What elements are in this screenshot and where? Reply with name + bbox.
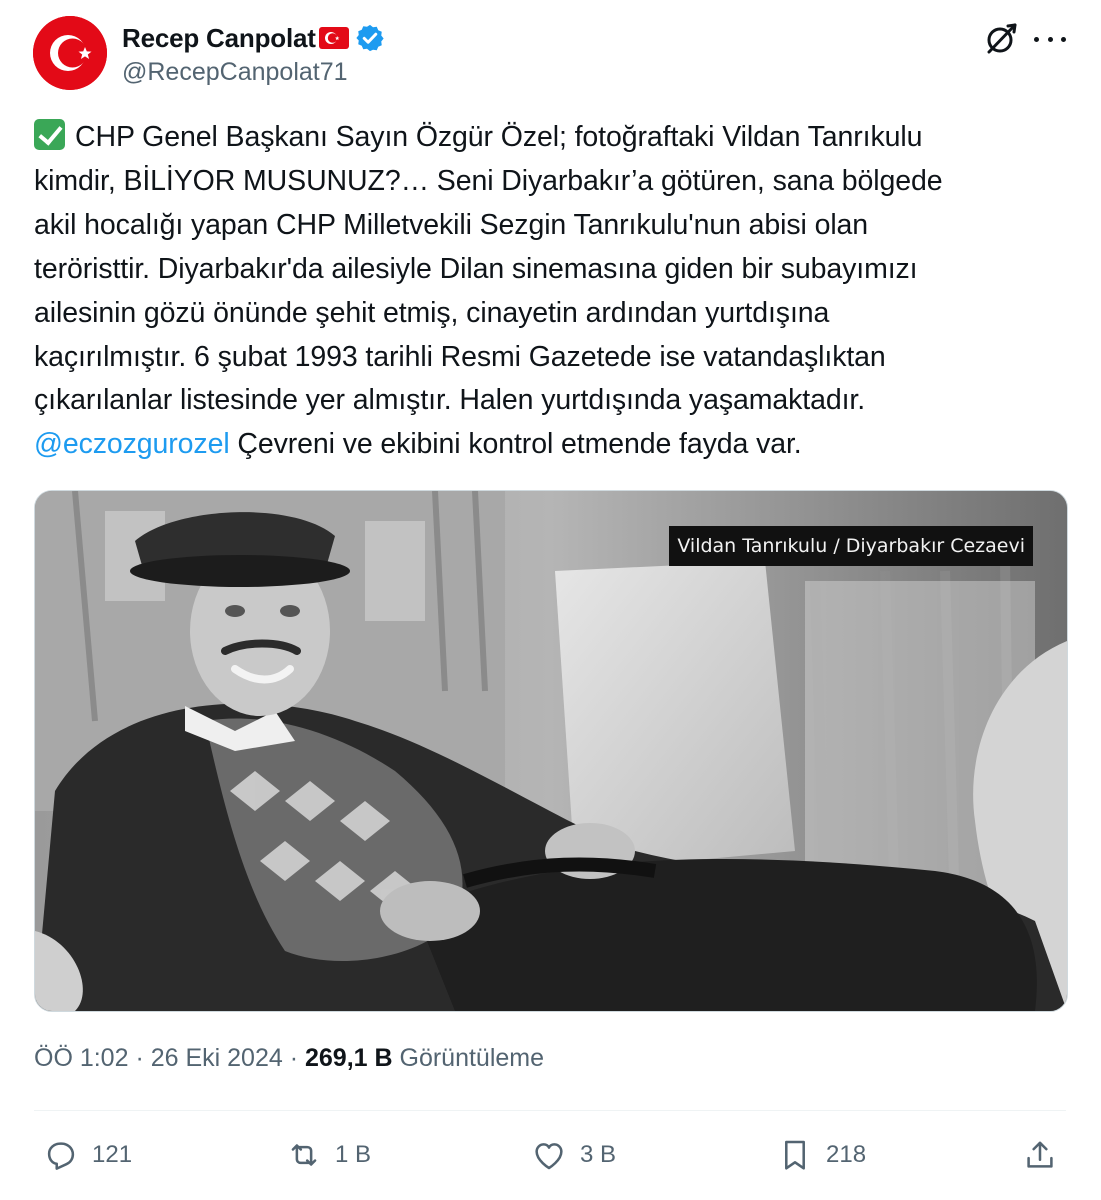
tweet-text-line: CHP Genel Başkanı Sayın Özgür Özel; foto… — [34, 116, 1074, 160]
repost-button[interactable]: 1 B — [285, 1135, 371, 1175]
reply-count: 121 — [92, 1141, 133, 1168]
author-name-row: Recep Canpolat — [122, 20, 385, 56]
tweet-text-line: akil hocalığı yapan CHP Milletvekili Sez… — [34, 208, 869, 241]
bookmark-count: 218 — [826, 1141, 867, 1168]
avatar[interactable] — [33, 16, 107, 90]
author-handle[interactable]: @RecepCanpolat71 — [122, 58, 348, 87]
repost-count: 1 B — [335, 1141, 372, 1168]
tweet-photo[interactable]: Vildan Tanrıkulu / Diyarbakır Cezaevi — [34, 490, 1068, 1012]
tweet-text-line-content: Çevreni ve ekibini kontrol etmende fayda… — [229, 428, 802, 461]
tweet-text-line: teröristtir. Diyarbakır'da ailesiyle Dil… — [34, 252, 918, 285]
verified-badge-icon[interactable] — [355, 23, 385, 53]
tweet-meta: ÖÖ 1:02 · 26 Eki 2024 · 269,1 B Görüntül… — [34, 1044, 544, 1073]
mention-link[interactable]: @eczozgurozel — [34, 428, 230, 460]
tweet-text-line-content: CHP Genel Başkanı Sayın Özgür Özel; foto… — [75, 121, 923, 153]
tweet-text-line: kimdir, BİLİYOR MUSUNUZ?… Seni Diyarbakı… — [34, 164, 943, 197]
turkish-flag-avatar-icon — [33, 16, 107, 90]
divider — [34, 1110, 1066, 1111]
author-display-name[interactable]: Recep Canpolat — [122, 23, 316, 54]
repost-icon — [291, 1144, 317, 1166]
check-mark-icon — [34, 119, 65, 150]
turkey-flag-icon — [318, 27, 349, 49]
meta-separator: · — [282, 1044, 305, 1072]
tweet-time[interactable]: ÖÖ 1:02 — [34, 1044, 129, 1072]
tweet-text: CHP Genel Başkanı Sayın Özgür Özel; foto… — [34, 116, 1074, 467]
tweet-date[interactable]: 26 Eki 2024 — [151, 1044, 283, 1072]
tweet-text-line: ailesinin gözü önünde şehit etmiş, cinay… — [34, 296, 830, 329]
tweet-text-line: @eczozgurozel Çevreni ve ekibini kontrol… — [34, 423, 1074, 467]
meta-separator: · — [128, 1044, 151, 1072]
tweet-text-line: kaçırılmıştır. 6 şubat 1993 tarihli Resm… — [34, 340, 886, 373]
reply-icon — [47, 1142, 75, 1170]
photo-caption: Vildan Tanrıkulu / Diyarbakır Cezaevi — [669, 526, 1033, 566]
tweet: Recep Canpolat @RecepCanpolat71 CHP Gene… — [0, 0, 1101, 1200]
like-count: 3 B — [580, 1141, 617, 1168]
share-icon — [1027, 1141, 1053, 1168]
grok-icon[interactable] — [984, 22, 1018, 56]
bookmark-icon — [785, 1140, 805, 1170]
bookmark-button[interactable]: 218 — [776, 1135, 866, 1175]
photo-illustration — [35, 491, 1067, 1011]
like-button[interactable]: 3 B — [530, 1135, 616, 1175]
tweet-text-line: çıkarılanlar listesinde yer almıştır. Ha… — [34, 384, 866, 417]
more-options-icon[interactable] — [1034, 26, 1066, 52]
heart-icon — [535, 1143, 563, 1170]
views-count[interactable]: 269,1 B — [305, 1044, 393, 1072]
reply-button[interactable]: 121 — [42, 1135, 132, 1175]
share-button[interactable] — [1021, 1135, 1059, 1175]
views-label: Görüntüleme — [392, 1044, 545, 1072]
